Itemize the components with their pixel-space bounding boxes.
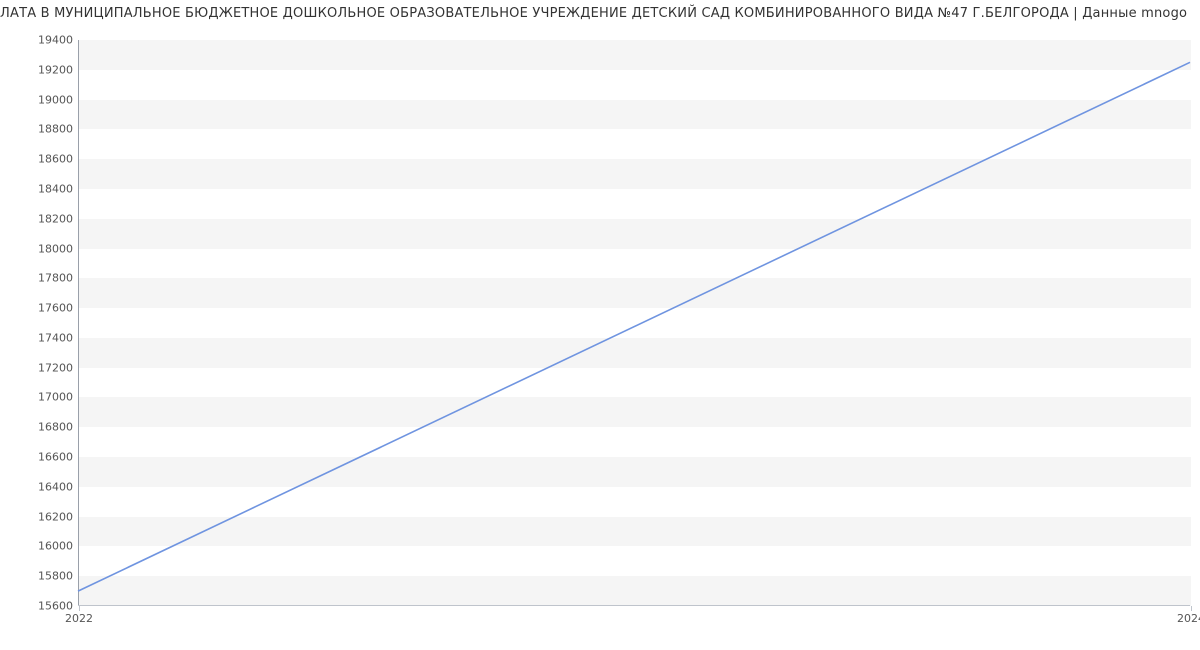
y-tick-label: 19400 — [38, 34, 79, 47]
y-tick-label: 16200 — [38, 510, 79, 523]
y-tick-label: 15800 — [38, 570, 79, 583]
y-tick-label: 17600 — [38, 302, 79, 315]
y-tick-label: 17400 — [38, 331, 79, 344]
x-tick-label: 2022 — [65, 606, 93, 625]
y-tick-label: 18400 — [38, 182, 79, 195]
chart-title: ЛАТА В МУНИЦИПАЛЬНОЕ БЮДЖЕТНОЕ ДОШКОЛЬНО… — [0, 0, 1200, 21]
y-tick-label: 18200 — [38, 212, 79, 225]
y-tick-label: 16800 — [38, 421, 79, 434]
y-tick-label: 17000 — [38, 391, 79, 404]
y-tick-label: 19200 — [38, 63, 79, 76]
chart-series-line — [78, 62, 1190, 591]
y-tick-label: 18000 — [38, 242, 79, 255]
y-tick-label: 16600 — [38, 451, 79, 464]
y-tick-label: 19000 — [38, 93, 79, 106]
chart-plot-area: 1560015800160001620016400166001680017000… — [78, 40, 1190, 606]
chart-line-layer — [78, 40, 1190, 606]
y-tick-label: 17800 — [38, 272, 79, 285]
y-tick-label: 18800 — [38, 123, 79, 136]
y-tick-label: 16400 — [38, 480, 79, 493]
y-tick-label: 18600 — [38, 153, 79, 166]
y-tick-label: 17200 — [38, 361, 79, 374]
y-tick-label: 16000 — [38, 540, 79, 553]
x-tick-label: 2024 — [1177, 606, 1200, 625]
